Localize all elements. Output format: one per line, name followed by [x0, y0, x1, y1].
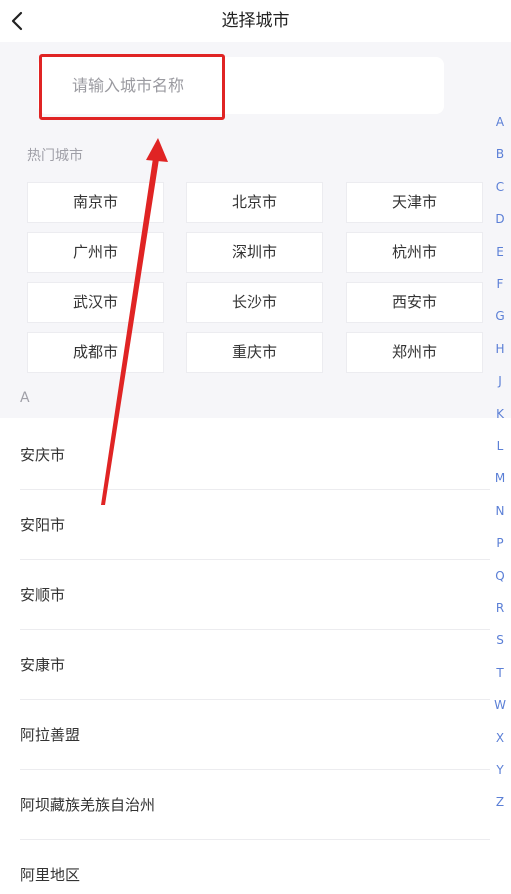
index-letter[interactable]: K [488, 404, 511, 424]
index-letter[interactable]: B [488, 144, 511, 164]
city-picker-page: 选择城市 热门城市 南京市北京市天津市广州市深圳市杭州市武汉市长沙市西安市成都市… [0, 0, 511, 894]
index-letter[interactable]: F [488, 274, 511, 294]
hot-city-button[interactable]: 杭州市 [346, 232, 483, 273]
index-letter[interactable]: D [488, 209, 511, 229]
index-letter[interactable]: M [488, 468, 511, 488]
index-letter[interactable]: E [488, 242, 511, 262]
city-list-item-label: 安庆市 [20, 446, 66, 464]
city-list-item-label: 安阳市 [20, 516, 66, 534]
city-list-item-label: 阿拉善盟 [20, 726, 81, 744]
city-search-input[interactable] [72, 57, 432, 114]
index-letter[interactable]: P [488, 533, 511, 553]
nav-header: 选择城市 [0, 0, 511, 42]
index-letter[interactable]: G [488, 306, 511, 326]
index-letter[interactable]: A [488, 112, 511, 132]
search-box [38, 57, 444, 114]
page-title: 选择城市 [221, 11, 290, 31]
hot-city-button[interactable]: 南京市 [27, 182, 164, 223]
index-letter[interactable]: X [488, 728, 511, 748]
index-letter[interactable]: C [488, 177, 511, 197]
hot-city-button[interactable]: 深圳市 [186, 232, 323, 273]
hot-city-button[interactable]: 武汉市 [27, 282, 164, 323]
city-list-item-label: 阿里地区 [20, 866, 81, 884]
index-letter[interactable]: L [488, 436, 511, 456]
city-list-item[interactable]: 阿里地区 [0, 840, 490, 894]
index-letter[interactable]: H [488, 339, 511, 359]
hot-city-button[interactable]: 重庆市 [186, 332, 323, 373]
city-list-item[interactable]: 安阳市 [0, 490, 490, 560]
index-letter[interactable]: Z [488, 792, 511, 812]
city-list-item[interactable]: 安康市 [0, 630, 490, 700]
city-list-item-label: 安顺市 [20, 586, 66, 604]
hot-city-button[interactable]: 广州市 [27, 232, 164, 273]
hot-city-button[interactable]: 西安市 [346, 282, 483, 323]
index-letter[interactable]: J [488, 371, 511, 391]
city-list-item-label: 阿坝藏族羌族自治州 [20, 796, 156, 814]
index-letter[interactable]: N [488, 501, 511, 521]
city-list-item-label: 安康市 [20, 656, 66, 674]
hot-city-button[interactable]: 成都市 [27, 332, 164, 373]
city-list-item[interactable]: 安顺市 [0, 560, 490, 630]
hot-city-button[interactable]: 长沙市 [186, 282, 323, 323]
section-letter-a: A [20, 390, 30, 406]
hot-city-button[interactable]: 北京市 [186, 182, 323, 223]
city-list-item[interactable]: 阿坝藏族羌族自治州 [0, 770, 490, 840]
city-list-item[interactable]: 安庆市 [0, 420, 490, 490]
index-letter[interactable]: Y [488, 760, 511, 780]
index-letter[interactable]: W [488, 695, 511, 715]
hot-cities-label: 热门城市 [27, 148, 83, 164]
hot-city-button[interactable]: 天津市 [346, 182, 483, 223]
index-letter[interactable]: T [488, 663, 511, 683]
index-letter[interactable]: Q [488, 566, 511, 586]
city-list-item[interactable]: 阿拉善盟 [0, 700, 490, 770]
hot-city-button[interactable]: 郑州市 [346, 332, 483, 373]
index-letter[interactable]: R [488, 598, 511, 618]
index-letter[interactable]: S [488, 630, 511, 650]
